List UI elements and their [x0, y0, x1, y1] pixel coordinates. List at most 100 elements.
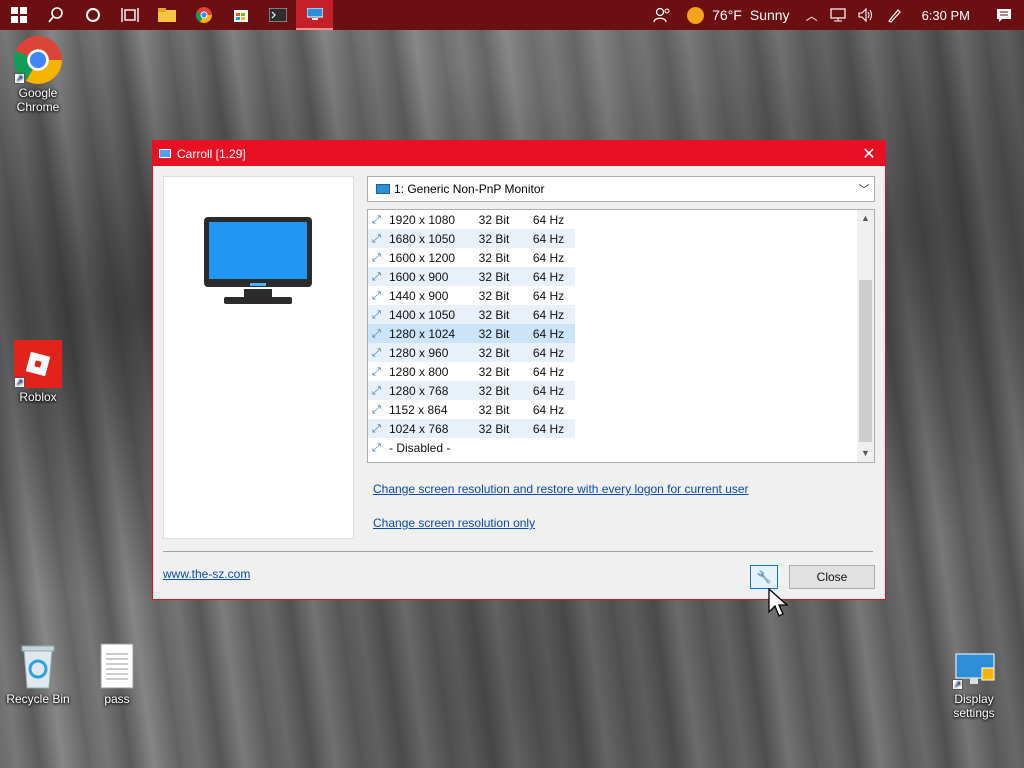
system-tray: 76°F Sunny ︿ 6:30 PM	[647, 0, 1024, 30]
notification-icon[interactable]	[984, 8, 1024, 23]
resize-icon: ⤢	[372, 289, 381, 302]
taskbar-store[interactable]	[222, 0, 259, 30]
refresh-rate: 64 Hz	[532, 402, 565, 417]
desktop-icon-pass[interactable]: pass	[79, 642, 155, 706]
resolution-row[interactable]: ⤢ 1400 x 1050 32 Bit 64 Hz	[368, 305, 874, 324]
task-view-icon	[120, 8, 139, 22]
website-link[interactable]: www.the-sz.com	[163, 567, 250, 581]
refresh-rate: 64 Hz	[522, 343, 575, 362]
chrome-icon: ↗	[13, 36, 62, 84]
window-titlebar[interactable]: Carroll [1.29] ✕	[153, 141, 885, 166]
cortana-icon	[85, 8, 100, 22]
mouse-cursor-icon	[768, 587, 789, 623]
resolution-value: 1680 x 1050	[389, 231, 456, 246]
desktop-icon-recycle-bin[interactable]: Recycle Bin	[0, 642, 76, 706]
folder-icon	[157, 8, 176, 22]
scroll-thumb[interactable]	[859, 280, 872, 442]
resize-icon: ⤢	[372, 441, 381, 454]
roblox-icon: ↗	[14, 340, 62, 388]
resolution-row[interactable]: ⤢ 1280 x 1024 32 Bit 64 Hz	[368, 324, 874, 343]
resolution-row[interactable]: ⤢ 1024 x 768 32 Bit 64 Hz	[368, 419, 874, 438]
resolution-row[interactable]: ⤢ 1280 x 800 32 Bit 64 Hz	[368, 362, 874, 381]
resolution-value: 1920 x 1080	[389, 212, 456, 227]
taskbar-carroll[interactable]	[296, 0, 333, 30]
search-icon	[47, 7, 63, 23]
weather-temp: 76°F	[712, 7, 742, 23]
resolution-value: 1152 x 864	[389, 402, 448, 417]
search-button[interactable]	[37, 0, 74, 30]
refresh-rate	[522, 438, 575, 457]
monitor-preview-panel	[163, 176, 354, 539]
pen-icon[interactable]	[880, 7, 908, 23]
resolution-value: 1400 x 1050	[389, 307, 456, 322]
close-icon[interactable]: ✕	[853, 144, 885, 164]
resolution-row[interactable]: ⤢ 1440 x 900 32 Bit 64 Hz	[368, 286, 874, 305]
resolution-row[interactable]: ⤢ - Disabled -	[368, 438, 874, 457]
text-file-icon	[99, 642, 135, 690]
resize-icon: ⤢	[372, 251, 381, 264]
resolution-row[interactable]: ⤢ 1280 x 960 32 Bit 64 Hz	[368, 343, 874, 362]
weather-widget[interactable]: 76°F Sunny	[677, 6, 799, 24]
monitor-icon	[376, 184, 390, 194]
refresh-rate: 64 Hz	[522, 229, 575, 248]
cortana-button[interactable]	[74, 0, 111, 30]
desktop-icon-label: Google Chrome	[16, 86, 60, 114]
scroll-down-icon[interactable]: ▼	[857, 445, 874, 462]
resolution-value: 1440 x 900	[389, 288, 449, 303]
resize-icon: ⤢	[372, 308, 381, 321]
change-resolution-link[interactable]: Change screen resolution only	[373, 516, 535, 530]
color-depth: 32 Bit	[478, 288, 510, 303]
taskbar: 76°F Sunny ︿ 6:30 PM	[0, 0, 1024, 30]
refresh-rate: 64 Hz	[532, 250, 565, 265]
color-depth: 32 Bit	[478, 364, 510, 379]
color-depth: 32 Bit	[466, 419, 522, 438]
people-icon[interactable]	[647, 7, 677, 23]
monitor-select-value: 1: Generic Non-PnP Monitor	[394, 182, 545, 196]
task-view-button[interactable]	[111, 0, 148, 30]
resolution-row[interactable]: ⤢ 1280 x 768 32 Bit 64 Hz	[368, 381, 874, 400]
taskbar-file-explorer[interactable]	[148, 0, 185, 30]
list-scrollbar[interactable]: ▲ ▼	[857, 210, 874, 462]
wrench-icon: 🔧	[756, 570, 772, 584]
resize-icon: ⤢	[372, 422, 381, 435]
desktop-icon-roblox[interactable]: ↗ Roblox	[0, 340, 76, 404]
resize-icon: ⤢	[372, 232, 381, 245]
volume-icon[interactable]	[852, 8, 880, 22]
color-depth: 32 Bit	[478, 250, 510, 265]
resize-icon: ⤢	[372, 346, 381, 359]
refresh-rate: 64 Hz	[532, 212, 565, 227]
divider	[163, 551, 873, 552]
desktop-icon-chrome[interactable]: ↗ Google Chrome	[0, 36, 76, 114]
resolution-list[interactable]: ⤢ 1920 x 1080 32 Bit 64 Hz ⤢ 1680 x 1050 32 Bi…	[367, 209, 875, 463]
close-button[interactable]: Close	[789, 565, 875, 589]
restore-resolution-link[interactable]: Change screen resolution and restore wit…	[373, 482, 749, 496]
scroll-up-icon[interactable]: ▲	[857, 210, 874, 227]
window-title: Carroll [1.29]	[177, 146, 246, 161]
display-settings-icon: ↗	[952, 652, 996, 690]
chevron-up-icon[interactable]: ︿	[800, 7, 824, 24]
resolution-row[interactable]: ⤢ 1152 x 864 32 Bit 64 Hz	[368, 400, 874, 419]
taskbar-terminal[interactable]	[259, 0, 296, 30]
resolution-row[interactable]: ⤢ 1920 x 1080 32 Bit 64 Hz	[368, 210, 874, 229]
resolution-row[interactable]: ⤢ 1600 x 900 32 Bit 64 Hz	[368, 267, 874, 286]
resolution-value: 1280 x 960	[389, 345, 449, 360]
resolution-row[interactable]: ⤢ 1680 x 1050 32 Bit 64 Hz	[368, 229, 874, 248]
resize-icon: ⤢	[372, 365, 381, 378]
resize-icon: ⤢	[372, 327, 381, 340]
refresh-rate: 64 Hz	[522, 267, 575, 286]
monitor-select[interactable]: 1: Generic Non-PnP Monitor ﹀	[367, 176, 875, 202]
start-button[interactable]	[0, 0, 37, 30]
clock[interactable]: 6:30 PM	[908, 8, 984, 23]
color-depth: 32 Bit	[466, 305, 522, 324]
network-icon[interactable]	[824, 8, 852, 22]
taskbar-chrome[interactable]	[185, 0, 222, 30]
resize-icon: ⤢	[372, 384, 381, 397]
color-depth: 32 Bit	[466, 229, 522, 248]
resolution-value: - Disabled -	[389, 440, 451, 455]
store-icon	[233, 10, 248, 22]
resolution-row[interactable]: ⤢ 1600 x 1200 32 Bit 64 Hz	[368, 248, 874, 267]
desktop-icon-display-settings[interactable]: ↗ Display settings	[936, 652, 1012, 720]
settings-button[interactable]: 🔧	[750, 565, 778, 589]
resolution-value: 1600 x 900	[389, 269, 449, 284]
color-depth: 32 Bit	[478, 212, 510, 227]
